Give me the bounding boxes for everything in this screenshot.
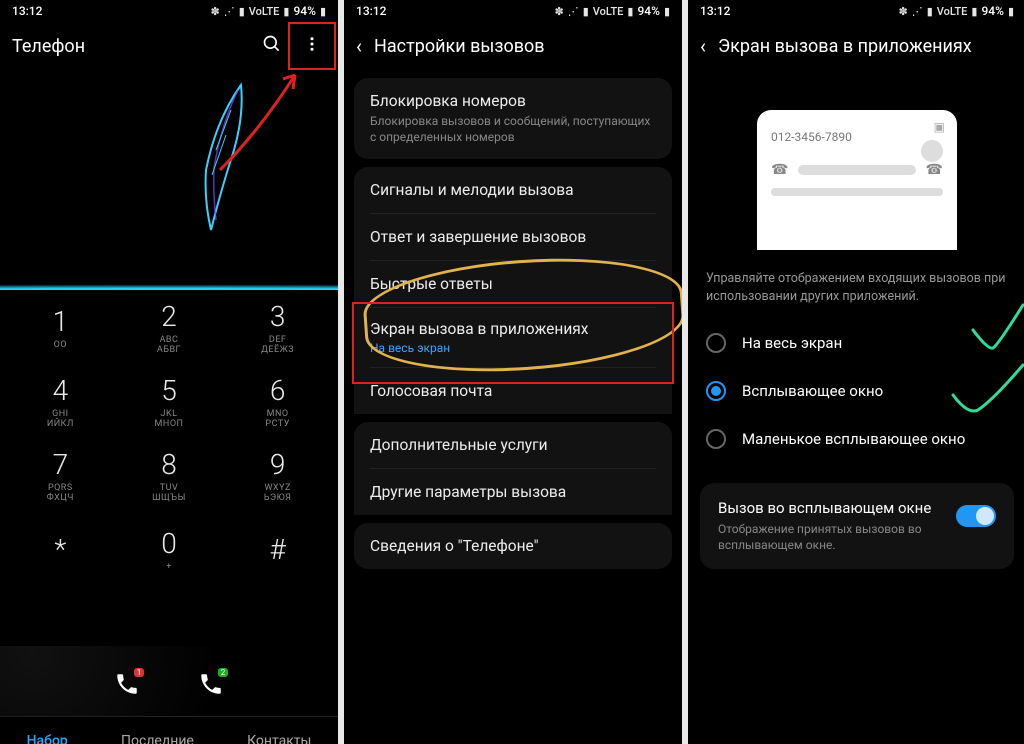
bottom-tabs: Набор Последние Контакты bbox=[0, 716, 338, 744]
key-3[interactable]: 3DEFДЕЁЖЗ bbox=[223, 290, 332, 364]
key-5[interactable]: 5JKLМНОП bbox=[115, 364, 224, 438]
key-1[interactable]: 1ОО bbox=[6, 290, 115, 364]
status-time: 13:12 bbox=[356, 4, 386, 18]
expand-icon: ▣ bbox=[934, 120, 945, 134]
item-call-screen[interactable]: Экран вызова в приложениях На весь экран bbox=[370, 308, 656, 368]
search-icon[interactable] bbox=[258, 34, 286, 59]
key-star[interactable]: * bbox=[6, 512, 115, 586]
annotation-arrow bbox=[200, 60, 320, 180]
key-0[interactable]: 0+ bbox=[115, 512, 224, 586]
status-bar: 13:12 ✽⋰▮VoLTE▮94%▮ bbox=[688, 0, 1024, 22]
app-header: ‹ Настройки вызовов bbox=[344, 22, 682, 70]
status-bar: 13:12 ✽ ⋰ ▮ VoLTE ▮ 94% ▮ bbox=[0, 0, 338, 22]
call-sim2-button[interactable]: 2 bbox=[189, 662, 233, 706]
battery-text: 94% bbox=[293, 4, 315, 18]
battery-icon: ▮ bbox=[320, 5, 326, 18]
avatar-icon bbox=[921, 140, 943, 162]
opt-label: Всплывающее окно bbox=[742, 382, 883, 400]
radio-icon bbox=[706, 333, 726, 353]
phone-dialer: 13:12 ✽ ⋰ ▮ VoLTE ▮ 94% ▮ Телефон bbox=[0, 0, 338, 744]
item-extra-services[interactable]: Дополнительные услуги Другие параметры в… bbox=[354, 422, 672, 515]
key-8[interactable]: 8TUVШЩЪЫ bbox=[115, 438, 224, 512]
wifi-icon: ⋰ bbox=[224, 5, 235, 18]
toggle-title: Вызов во всплывающем окне bbox=[718, 499, 946, 517]
status-time: 13:12 bbox=[12, 4, 42, 18]
phone-call-settings: 13:12 ✽⋰▮VoLTE▮94%▮ ‹ Настройки вызовов … bbox=[344, 0, 682, 744]
toggle-call-in-popup[interactable]: Вызов во всплывающем окне Отображение пр… bbox=[700, 483, 1014, 569]
bluetooth-icon: ✽ bbox=[210, 5, 219, 18]
key-9[interactable]: 9WXYZЬЭЮЯ bbox=[223, 438, 332, 512]
opt-label: Маленькое всплывающее окно bbox=[742, 430, 965, 448]
status-time: 13:12 bbox=[700, 4, 730, 18]
opt-mini-popup[interactable]: Маленькое всплывающее окно bbox=[688, 415, 1024, 463]
page-title: Настройки вызовов bbox=[374, 36, 545, 57]
key-7[interactable]: 7PQRSФХЦЧ bbox=[6, 438, 115, 512]
switch-on-icon[interactable] bbox=[956, 505, 996, 527]
description-text: Управляйте отображением входящих вызовов… bbox=[688, 260, 1024, 319]
opt-fullscreen[interactable]: На весь экран bbox=[688, 319, 1024, 367]
preview-area: ▣ 012-3456-7890 ☎ ☎ bbox=[688, 70, 1024, 260]
item-ringtones[interactable]: Сигналы и мелодии вызова Ответ и заверше… bbox=[354, 167, 672, 414]
item-quick-reply[interactable]: Быстрые ответы bbox=[370, 261, 656, 308]
dialpad: 1ОО 2ABCАБВГ 3DEFДЕЁЖЗ 4GHIИЙКЛ 5JKLМНОП… bbox=[0, 290, 338, 646]
key-4[interactable]: 4GHIИЙКЛ bbox=[6, 364, 115, 438]
back-icon[interactable]: ‹ bbox=[356, 34, 362, 58]
radio-icon bbox=[706, 429, 726, 449]
volte-icon: VoLTE bbox=[249, 5, 280, 18]
signal2-icon: ▮ bbox=[283, 5, 289, 18]
decline-icon: ☎ bbox=[771, 162, 788, 178]
toggle-sub: Отображение принятых вызовов во всплываю… bbox=[718, 521, 946, 553]
status-right: ✽ ⋰ ▮ VoLTE ▮ 94% ▮ bbox=[210, 4, 326, 18]
tab-dial[interactable]: Набор bbox=[27, 733, 68, 744]
back-icon[interactable]: ‹ bbox=[700, 34, 706, 58]
item-block-numbers[interactable]: Блокировка номеров Блокировка вызовов и … bbox=[354, 78, 672, 159]
tab-recent[interactable]: Последние bbox=[121, 733, 194, 744]
settings-list: Блокировка номеров Блокировка вызовов и … bbox=[344, 70, 682, 577]
preview-number: 012-3456-7890 bbox=[771, 130, 943, 144]
call-sim1-button[interactable]: 1 bbox=[105, 662, 149, 706]
tab-contacts[interactable]: Контакты bbox=[247, 733, 311, 744]
phone-call-display: 13:12 ✽⋰▮VoLTE▮94%▮ ‹ Экран вызова в при… bbox=[688, 0, 1024, 744]
opt-label: На весь экран bbox=[742, 334, 842, 352]
page-title: Экран вызова в приложениях bbox=[718, 36, 972, 57]
wallpaper bbox=[0, 70, 338, 290]
accept-icon: ☎ bbox=[926, 162, 943, 178]
item-other-params[interactable]: Другие параметры вызова bbox=[370, 469, 656, 515]
item-about-phone[interactable]: Сведения о "Телефоне" bbox=[354, 523, 672, 569]
key-hash[interactable]: # bbox=[223, 512, 332, 586]
opt-popup[interactable]: Всплывающее окно bbox=[688, 367, 1024, 415]
more-icon[interactable] bbox=[298, 35, 326, 58]
app-title: Телефон bbox=[12, 36, 85, 57]
key-6[interactable]: 6MNOРСТУ bbox=[223, 364, 332, 438]
radio-icon bbox=[706, 381, 726, 401]
signal-icon: ▮ bbox=[239, 5, 245, 18]
app-header: ‹ Экран вызова в приложениях bbox=[688, 22, 1024, 70]
item-voicemail[interactable]: Голосовая почта bbox=[370, 368, 656, 414]
key-2[interactable]: 2ABCАБВГ bbox=[115, 290, 224, 364]
item-answer-end[interactable]: Ответ и завершение вызовов bbox=[370, 214, 656, 261]
call-popup-preview: ▣ 012-3456-7890 ☎ ☎ bbox=[757, 110, 957, 250]
call-actions: 1 2 bbox=[0, 646, 338, 716]
status-bar: 13:12 ✽⋰▮VoLTE▮94%▮ bbox=[344, 0, 682, 22]
